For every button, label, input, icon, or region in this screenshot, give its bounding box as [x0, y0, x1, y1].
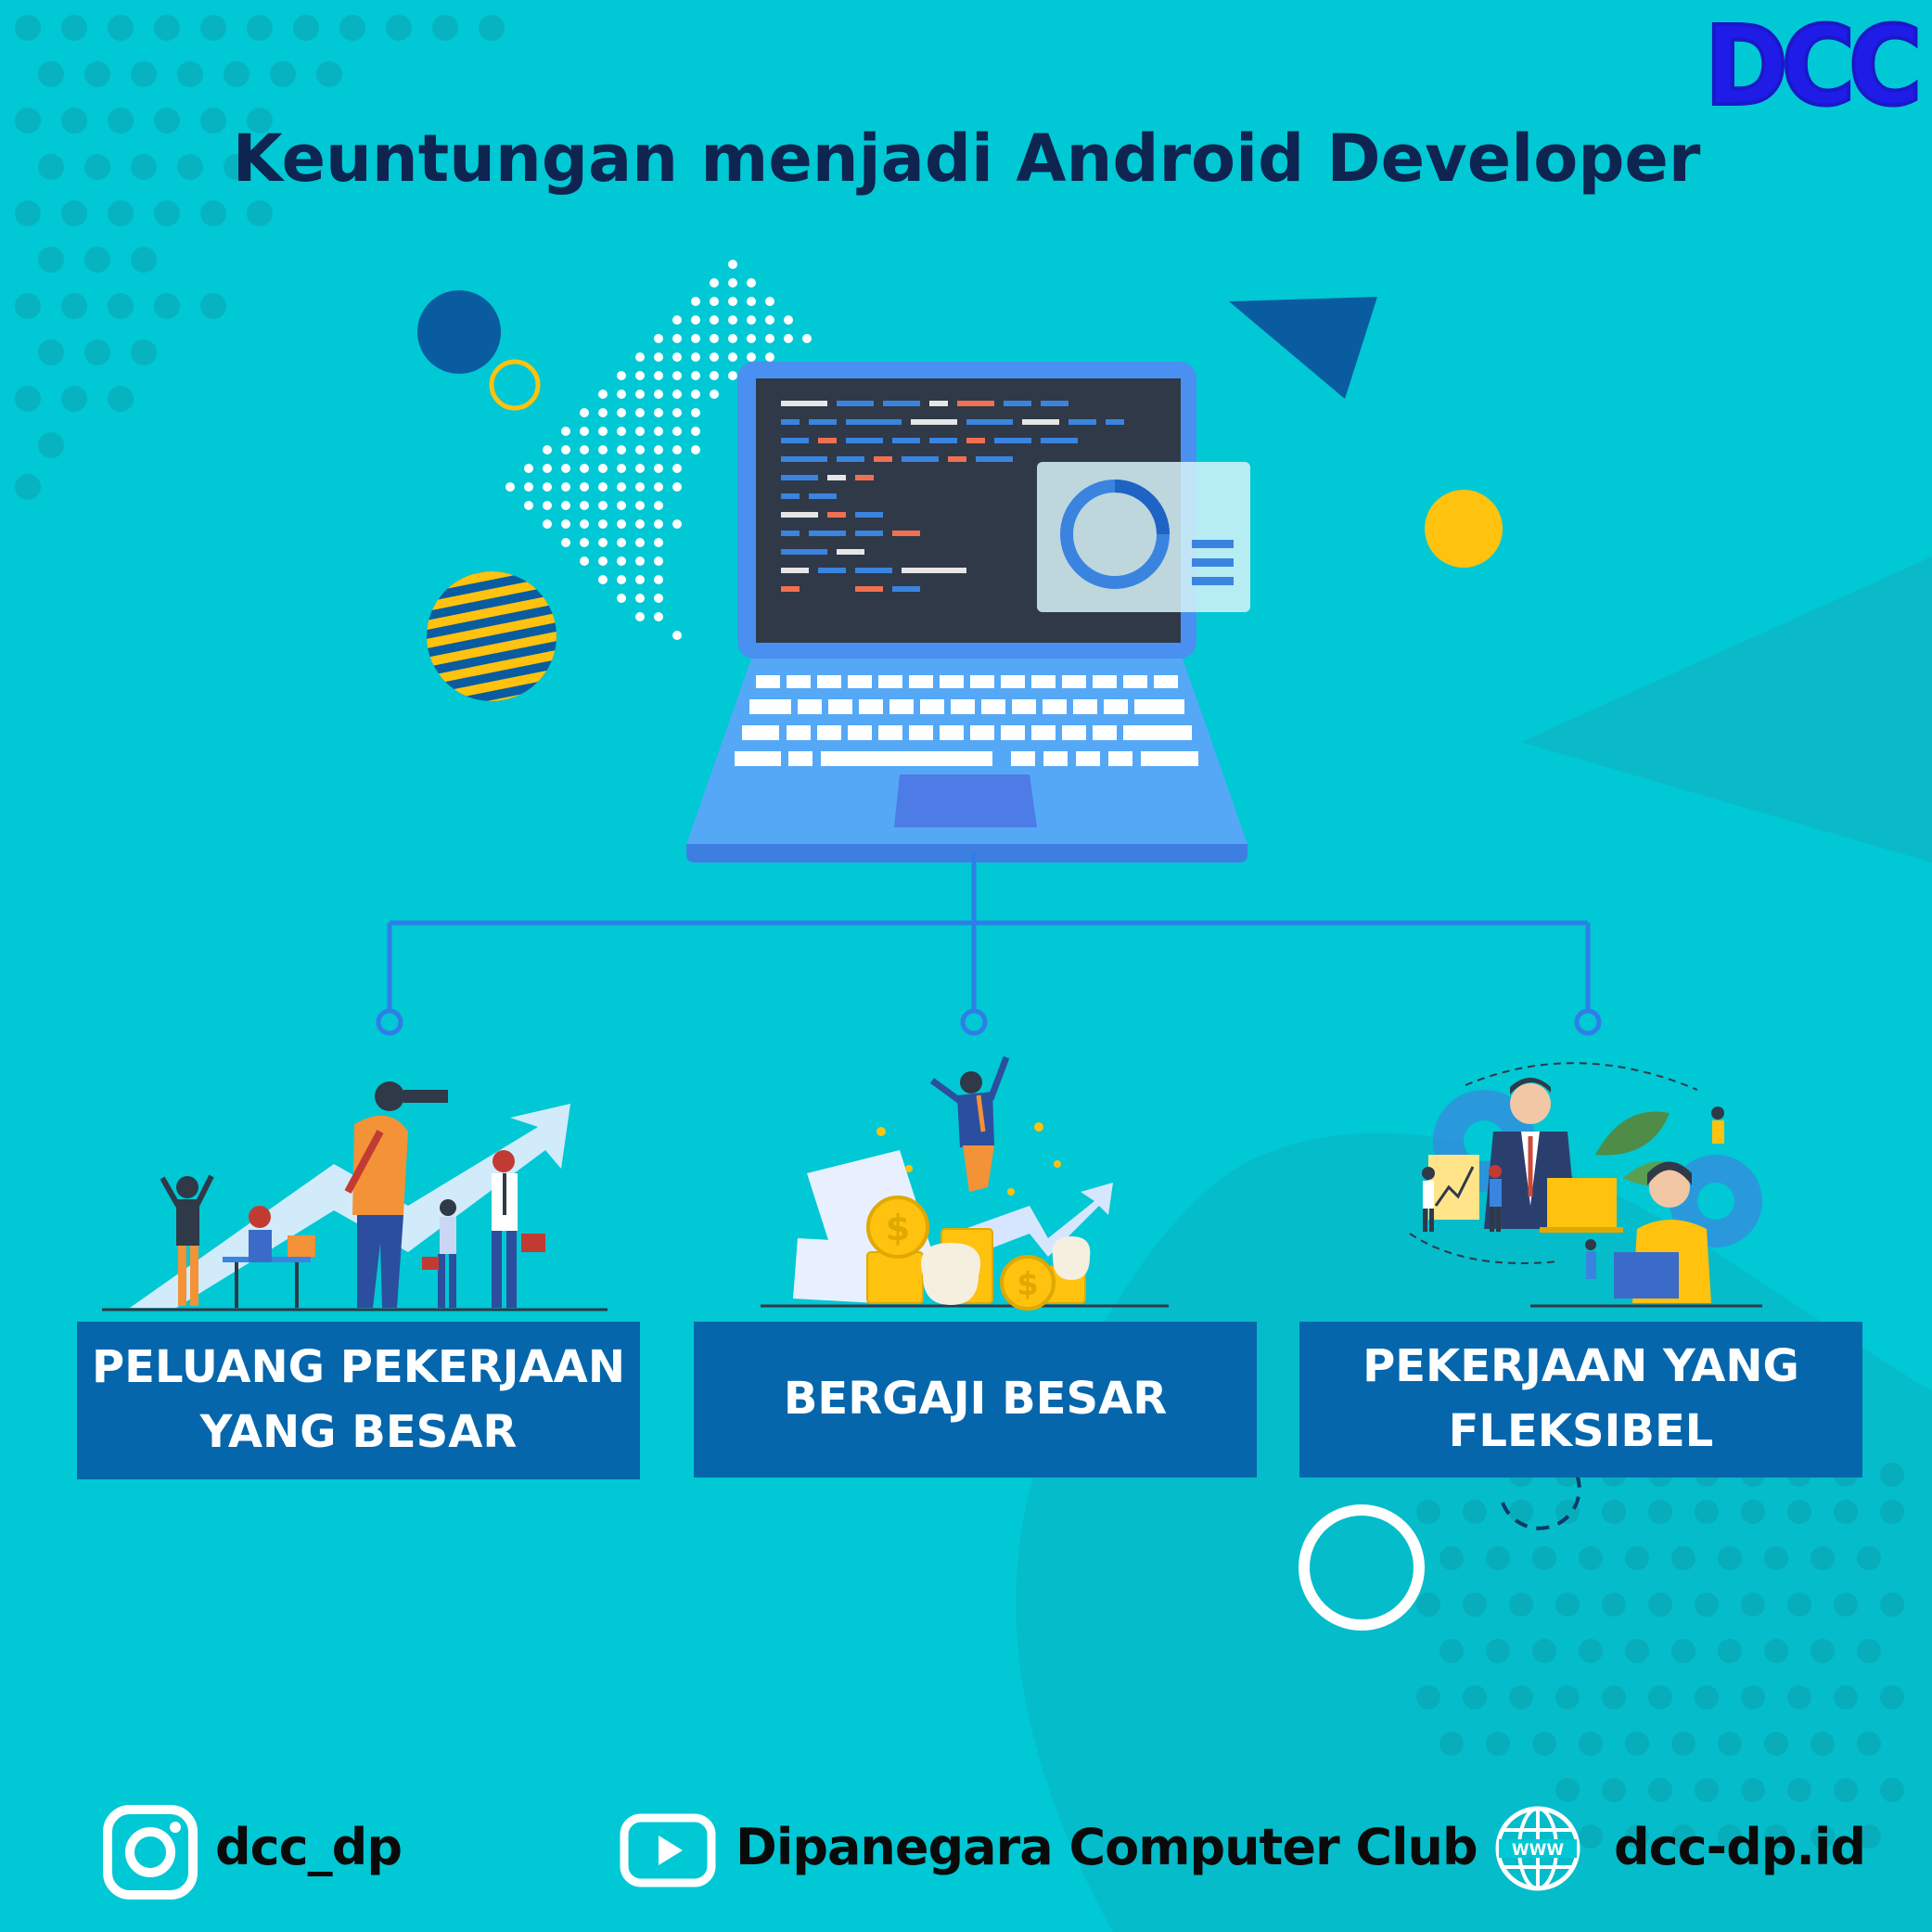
benefit-box-flexible-work: PEKERJAAN YANG FLEKSIBEL: [1299, 1322, 1862, 1478]
benefit-line: BERGAJI BESAR: [783, 1373, 1168, 1426]
www-label: WWW: [1512, 1841, 1565, 1860]
benefit-line: PELUANG PEKERJAAN: [91, 1341, 625, 1394]
dcc-logo: DCC: [1703, 2, 1924, 130]
svg-text:$: $: [1017, 1266, 1039, 1303]
instagram-handle[interactable]: dcc_dp: [215, 1818, 403, 1876]
globe-icon[interactable]: WWW: [1493, 1804, 1582, 1893]
infographic-canvas: Keuntungan menjadi Android Developer DCC: [0, 0, 1932, 1932]
money-coins-illustration: $ $: [761, 1056, 1169, 1311]
benefit-line: FLEKSIBEL: [1448, 1405, 1714, 1457]
flexible-work-illustration: [1409, 1062, 1762, 1308]
youtube-icon[interactable]: [620, 1813, 716, 1887]
benefit-box-job-opportunity: PELUANG PEKERJAAN YANG BESAR: [77, 1322, 640, 1479]
svg-text:$: $: [886, 1208, 910, 1248]
website-link[interactable]: dcc-dp.id: [1614, 1818, 1866, 1876]
career-growth-illustration: [102, 1081, 608, 1311]
youtube-channel[interactable]: Dipanegara Computer Club: [736, 1818, 1478, 1876]
benefit-line: PEKERJAAN YANG: [1363, 1340, 1799, 1393]
connector-lines: [376, 853, 1602, 1036]
page-title: Keuntungan menjadi Android Developer: [232, 121, 1701, 197]
benefit-line: YANG BESAR: [199, 1406, 518, 1458]
instagram-icon[interactable]: [102, 1804, 198, 1900]
laptop-code-illustration: [417, 260, 1503, 863]
benefit-box-high-salary: BERGAJI BESAR: [694, 1322, 1257, 1478]
